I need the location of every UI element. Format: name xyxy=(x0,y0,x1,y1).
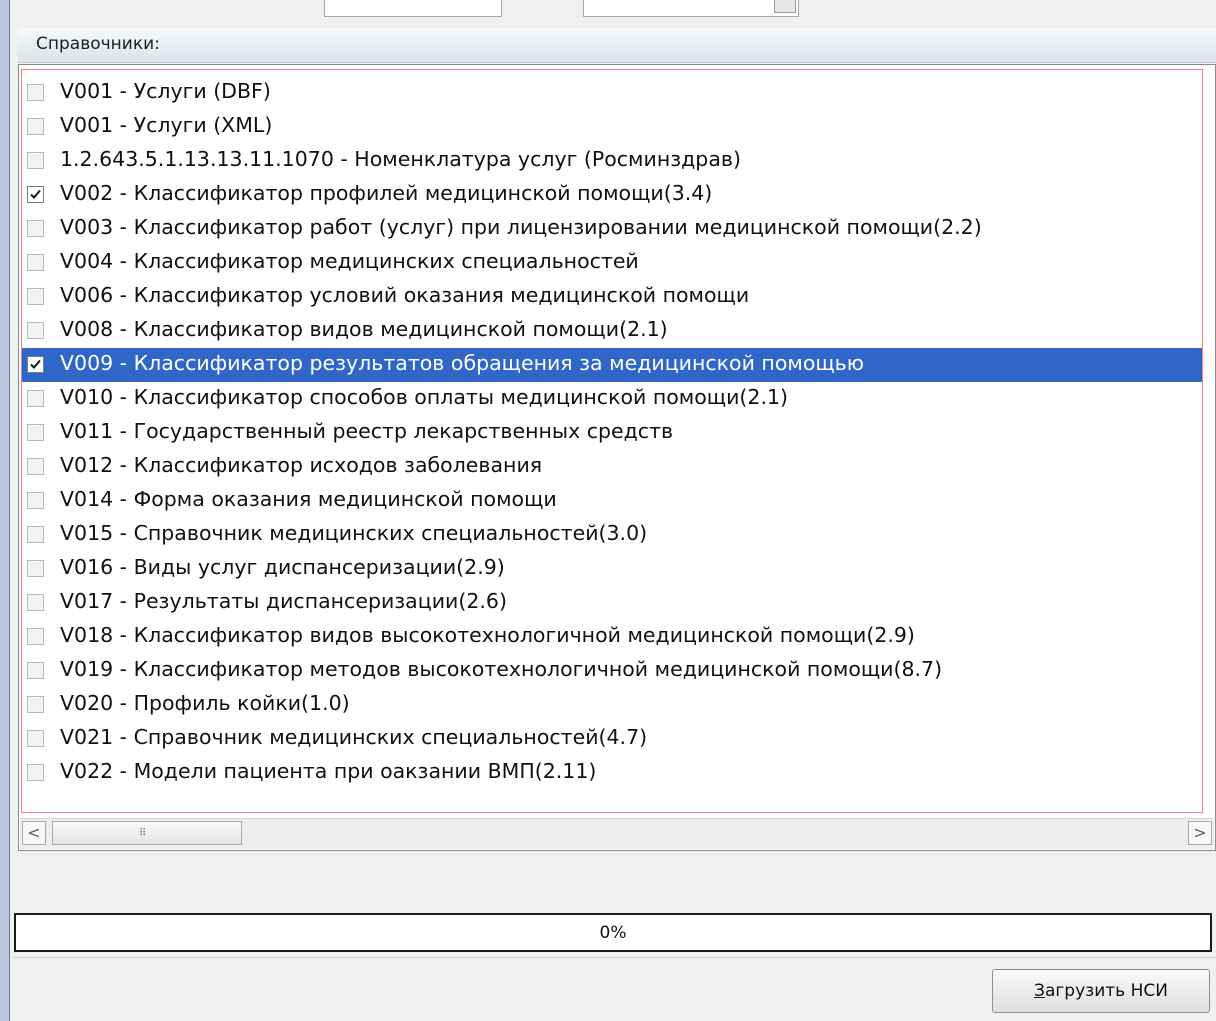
item-label: V017 - Результаты диспансеризации(2.6) xyxy=(60,589,507,613)
load-button-label: агрузить НСИ xyxy=(1044,981,1168,1001)
item-label: V010 - Классификатор способов оплаты мед… xyxy=(60,385,789,409)
item-checkbox[interactable] xyxy=(27,730,44,747)
list-item[interactable]: V002 - Классификатор профилей медицинско… xyxy=(22,178,1202,212)
list-item[interactable]: V018 - Классификатор видов высокотехноло… xyxy=(22,620,1202,654)
item-label: V001 - Услуги (DBF) xyxy=(60,79,271,103)
item-label: V012 - Классификатор исходов заболевания xyxy=(60,453,543,477)
item-label: V008 - Классификатор видов медицинской п… xyxy=(60,317,668,341)
item-label: V004 - Классификатор медицинских специал… xyxy=(60,249,639,273)
scroll-thumb[interactable]: ⠿ xyxy=(52,821,242,845)
item-checkbox[interactable] xyxy=(27,696,44,713)
item-checkbox[interactable] xyxy=(27,84,44,101)
item-checkbox[interactable] xyxy=(27,594,44,611)
top-form-strip xyxy=(10,0,1216,28)
list-item[interactable]: V004 - Классификатор медицинских специал… xyxy=(22,246,1202,280)
list-item[interactable]: 1.2.643.5.1.13.13.11.1070 - Номенклатура… xyxy=(22,144,1202,178)
check-icon xyxy=(30,359,41,369)
item-label: V003 - Классификатор работ (услуг) при л… xyxy=(60,215,982,239)
progress-text: 0% xyxy=(599,923,627,943)
item-checkbox[interactable] xyxy=(27,254,44,271)
top-combo-field[interactable] xyxy=(583,0,799,17)
item-checkbox[interactable] xyxy=(27,288,44,305)
list-item[interactable]: V011 - Государственный реестр лекарствен… xyxy=(22,416,1202,450)
item-label: 1.2.643.5.1.13.13.11.1070 - Номенклатура… xyxy=(60,147,741,171)
item-label: V001 - Услуги (XML) xyxy=(60,113,273,137)
item-label: V021 - Справочник медицинских специально… xyxy=(60,725,648,749)
list-item[interactable]: V016 - Виды услуг диспансеризации(2.9) xyxy=(22,552,1202,586)
item-checkbox[interactable] xyxy=(27,662,44,679)
item-label: V014 - Форма оказания медицинской помощи xyxy=(60,487,557,511)
item-label: V018 - Классификатор видов высокотехноло… xyxy=(60,623,915,647)
top-input-field[interactable] xyxy=(324,0,502,17)
item-label: V020 - Профиль койки(1.0) xyxy=(60,691,350,715)
list-item[interactable]: V022 - Модели пациента при оакзании ВМП(… xyxy=(22,756,1202,790)
list-item[interactable]: V003 - Классификатор работ (услуг) при л… xyxy=(22,212,1202,246)
item-checkbox[interactable] xyxy=(27,492,44,509)
item-label: V006 - Классификатор условий оказания ме… xyxy=(60,283,750,307)
combo-dropdown-button[interactable] xyxy=(774,0,796,13)
list-item[interactable]: V001 - Услуги (XML) xyxy=(22,110,1202,144)
item-checkbox[interactable] xyxy=(27,356,44,373)
check-icon xyxy=(30,189,41,199)
load-nsi-button[interactable]: Загрузить НСИ xyxy=(992,969,1210,1013)
directories-checked-list[interactable]: V001 - Услуги (DBF) V001 - Услуги (XML) 1.… xyxy=(18,64,1216,851)
item-checkbox[interactable] xyxy=(27,220,44,237)
item-checkbox[interactable] xyxy=(27,764,44,781)
item-checkbox[interactable] xyxy=(27,390,44,407)
list-item[interactable]: V001 - Услуги (DBF) xyxy=(22,76,1202,110)
item-checkbox[interactable] xyxy=(27,152,44,169)
item-label: V022 - Модели пациента при оакзании ВМП(… xyxy=(60,759,597,783)
list-item[interactable]: V008 - Классификатор видов медицинской п… xyxy=(22,314,1202,348)
list-item[interactable]: V015 - Справочник медицинских специально… xyxy=(22,518,1202,552)
item-checkbox[interactable] xyxy=(27,322,44,339)
item-label: V011 - Государственный реестр лекарствен… xyxy=(60,419,674,443)
item-label: V019 - Классификатор методов высокотехно… xyxy=(60,657,943,681)
list-rows: V001 - Услуги (DBF) V001 - Услуги (XML) 1.… xyxy=(22,76,1202,790)
list-focus-area: V001 - Услуги (DBF) V001 - Услуги (XML) 1.… xyxy=(21,69,1203,813)
item-checkbox[interactable] xyxy=(27,526,44,543)
item-checkbox[interactable] xyxy=(27,628,44,645)
list-item[interactable]: V019 - Классификатор методов высокотехно… xyxy=(22,654,1202,688)
group-title: Справочники: xyxy=(36,34,160,54)
item-label: V002 - Классификатор профилей медицинско… xyxy=(60,181,713,205)
load-button-accel: З xyxy=(1034,981,1045,1001)
item-label: V016 - Виды услуг диспансеризации(2.9) xyxy=(60,555,505,579)
item-checkbox[interactable] xyxy=(27,560,44,577)
list-item[interactable]: V009 - Классификатор результатов обращен… xyxy=(22,348,1202,382)
horizontal-scrollbar[interactable]: < ⠿ > xyxy=(20,818,1214,849)
window-left-border xyxy=(0,0,10,1021)
list-item[interactable]: V021 - Справочник медицинских специально… xyxy=(22,722,1202,756)
grip-icon: ⠿ xyxy=(139,828,148,839)
item-label: V009 - Классификатор результатов обращен… xyxy=(60,351,865,375)
item-label: V015 - Справочник медицинских специально… xyxy=(60,521,648,545)
scroll-left-button[interactable]: < xyxy=(22,821,46,845)
item-checkbox[interactable] xyxy=(27,186,44,203)
directories-group-header: Справочники: xyxy=(18,28,1216,63)
item-checkbox[interactable] xyxy=(27,118,44,135)
bottom-divider xyxy=(14,957,1216,958)
list-item[interactable]: V006 - Классификатор условий оказания ме… xyxy=(22,280,1202,314)
list-item[interactable]: V020 - Профиль койки(1.0) xyxy=(22,688,1202,722)
list-item[interactable]: V014 - Форма оказания медицинской помощи xyxy=(22,484,1202,518)
scroll-right-button[interactable]: > xyxy=(1188,821,1212,845)
list-item[interactable]: V012 - Классификатор исходов заболевания xyxy=(22,450,1202,484)
list-item[interactable]: V010 - Классификатор способов оплаты мед… xyxy=(22,382,1202,416)
item-checkbox[interactable] xyxy=(27,458,44,475)
list-item[interactable]: V017 - Результаты диспансеризации(2.6) xyxy=(22,586,1202,620)
progress-bar: 0% xyxy=(14,913,1212,952)
item-checkbox[interactable] xyxy=(27,424,44,441)
